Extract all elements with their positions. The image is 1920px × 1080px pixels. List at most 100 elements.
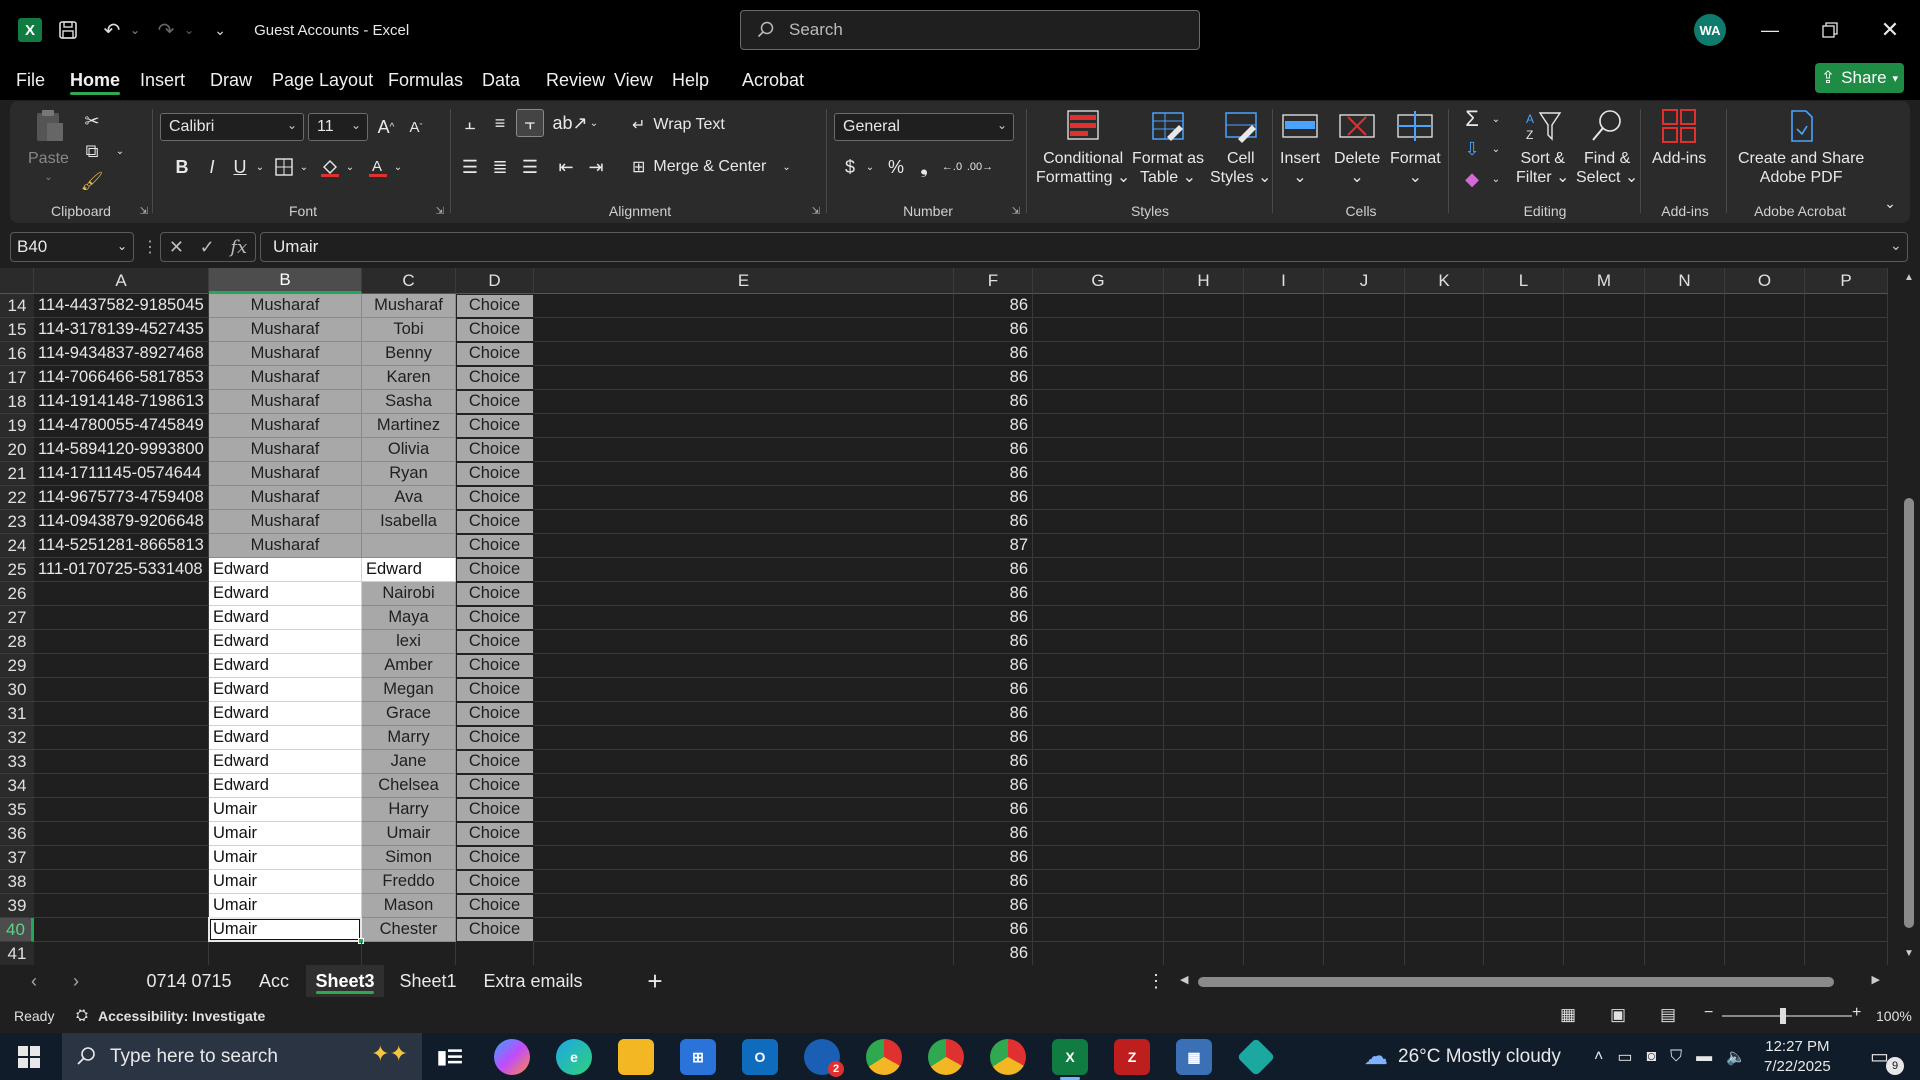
cell-b39[interactable]: Umair	[209, 894, 362, 918]
cell-d38[interactable]: Choice	[456, 870, 534, 894]
cell-n34[interactable]	[1645, 774, 1725, 798]
increase-decimal-icon[interactable]: ←.0	[938, 153, 966, 181]
cell-d29[interactable]: Choice	[456, 654, 534, 678]
cell-i22[interactable]	[1244, 486, 1324, 510]
cell-o30[interactable]	[1725, 678, 1805, 702]
column-header-j[interactable]: J	[1324, 268, 1405, 294]
cell-l31[interactable]	[1484, 702, 1564, 726]
cell-e20[interactable]	[534, 438, 954, 462]
tab-view[interactable]: View	[600, 60, 667, 100]
cell-n40[interactable]	[1645, 918, 1725, 942]
cell-j19[interactable]	[1324, 414, 1405, 438]
undo-dropdown-icon[interactable]: ⌄	[130, 0, 140, 60]
cell-b27[interactable]: Edward	[209, 606, 362, 630]
bold-icon[interactable]: B	[168, 153, 196, 181]
cell-k30[interactable]	[1405, 678, 1484, 702]
increase-indent-icon[interactable]: ⇥	[582, 153, 610, 181]
tab-acrobat[interactable]: Acrobat	[728, 60, 818, 100]
cell-e18[interactable]	[534, 390, 954, 414]
cell-g38[interactable]	[1033, 870, 1164, 894]
cell-m29[interactable]	[1564, 654, 1645, 678]
cell-a35[interactable]	[34, 798, 209, 822]
cell-h22[interactable]	[1164, 486, 1244, 510]
cell-g33[interactable]	[1033, 750, 1164, 774]
cell-k24[interactable]	[1405, 534, 1484, 558]
cell-m41[interactable]	[1564, 942, 1645, 965]
cell-c29[interactable]: Amber	[362, 654, 456, 678]
cell-o40[interactable]	[1725, 918, 1805, 942]
cell-p14[interactable]	[1805, 294, 1888, 318]
cell-c22[interactable]: Ava	[362, 486, 456, 510]
row-header[interactable]: 32	[0, 726, 34, 750]
cell-k38[interactable]	[1405, 870, 1484, 894]
row-header[interactable]: 30	[0, 678, 34, 702]
cell-e16[interactable]	[534, 342, 954, 366]
cell-a30[interactable]	[34, 678, 209, 702]
cell-l33[interactable]	[1484, 750, 1564, 774]
font-size-select[interactable]: 11 ⌄	[308, 113, 368, 141]
cell-b34[interactable]: Edward	[209, 774, 362, 798]
cell-m40[interactable]	[1564, 918, 1645, 942]
cell-n30[interactable]	[1645, 678, 1725, 702]
cell-l17[interactable]	[1484, 366, 1564, 390]
cell-c35[interactable]: Harry	[362, 798, 456, 822]
zoom-slider-thumb[interactable]	[1780, 1008, 1786, 1024]
cell-h39[interactable]	[1164, 894, 1244, 918]
cell-b14[interactable]: Musharaf	[209, 294, 362, 318]
cell-j18[interactable]	[1324, 390, 1405, 414]
cell-i27[interactable]	[1244, 606, 1324, 630]
cell-l32[interactable]	[1484, 726, 1564, 750]
cell-f20[interactable]: 86	[954, 438, 1033, 462]
cell-o19[interactable]	[1725, 414, 1805, 438]
cell-f19[interactable]: 86	[954, 414, 1033, 438]
redo-dropdown-icon[interactable]: ⌄	[184, 0, 194, 60]
cell-m14[interactable]	[1564, 294, 1645, 318]
insert-cells-button[interactable]: Insert ⌄	[1280, 107, 1320, 187]
cell-m18[interactable]	[1564, 390, 1645, 414]
cell-g35[interactable]	[1033, 798, 1164, 822]
cell-g24[interactable]	[1033, 534, 1164, 558]
cell-e27[interactable]	[534, 606, 954, 630]
cell-j32[interactable]	[1324, 726, 1405, 750]
cell-o25[interactable]	[1725, 558, 1805, 582]
cell-f27[interactable]: 86	[954, 606, 1033, 630]
cell-h33[interactable]	[1164, 750, 1244, 774]
cell-o37[interactable]	[1725, 846, 1805, 870]
cell-j33[interactable]	[1324, 750, 1405, 774]
next-sheet-icon[interactable]: ›	[64, 965, 88, 997]
autosum-dropdown-icon[interactable]: ⌄	[1482, 105, 1510, 133]
cell-d40[interactable]: Choice	[456, 918, 534, 942]
cell-l19[interactable]	[1484, 414, 1564, 438]
cell-a31[interactable]	[34, 702, 209, 726]
cell-k37[interactable]	[1405, 846, 1484, 870]
cell-c37[interactable]: Simon	[362, 846, 456, 870]
cell-i35[interactable]	[1244, 798, 1324, 822]
align-bottom-icon[interactable]: ⫟	[516, 109, 544, 137]
cell-h35[interactable]	[1164, 798, 1244, 822]
row-header[interactable]: 31	[0, 702, 34, 726]
cell-d27[interactable]: Choice	[456, 606, 534, 630]
column-header-g[interactable]: G	[1033, 268, 1164, 294]
page-layout-view-icon[interactable]: ▣	[1610, 1005, 1626, 1025]
row-header[interactable]: 28	[0, 630, 34, 654]
tab-page-layout[interactable]: Page Layout	[258, 60, 387, 100]
row-header[interactable]: 24	[0, 534, 34, 558]
outlook-icon[interactable]: O	[742, 1039, 778, 1075]
tab-home[interactable]: Home	[56, 60, 134, 100]
cell-f21[interactable]: 86	[954, 462, 1033, 486]
cell-b32[interactable]: Edward	[209, 726, 362, 750]
notifications-button[interactable]: ▭ 9	[1870, 1033, 1904, 1080]
normal-view-icon[interactable]: ▦	[1560, 1005, 1576, 1025]
cell-n17[interactable]	[1645, 366, 1725, 390]
cell-j41[interactable]	[1324, 942, 1405, 965]
cell-c39[interactable]: Mason	[362, 894, 456, 918]
cell-a18[interactable]: 114-1914148-7198613	[34, 390, 209, 414]
cell-d37[interactable]: Choice	[456, 846, 534, 870]
cell-m26[interactable]	[1564, 582, 1645, 606]
cell-d24[interactable]: Choice	[456, 534, 534, 558]
cell-o41[interactable]	[1725, 942, 1805, 965]
cell-a16[interactable]: 114-9434837-8927468	[34, 342, 209, 366]
decrease-decimal-icon[interactable]: .00→	[966, 153, 994, 181]
cell-l36[interactable]	[1484, 822, 1564, 846]
delete-cells-button[interactable]: Delete ⌄	[1334, 107, 1380, 187]
